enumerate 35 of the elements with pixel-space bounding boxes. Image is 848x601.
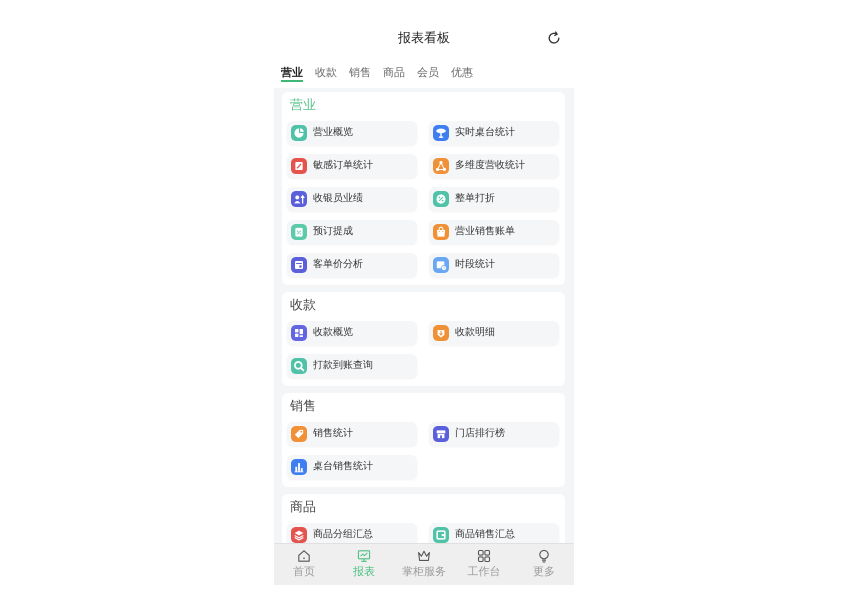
section-title: 商品	[290, 498, 317, 516]
monitor-chart-icon	[357, 549, 371, 563]
report-tile[interactable]: 桌台销售统计	[287, 455, 417, 479]
report-tile[interactable]: 整单打折	[429, 187, 559, 211]
report-tile[interactable]: 时段统计	[429, 253, 559, 277]
crown-icon	[417, 549, 431, 563]
report-tile[interactable]: 预订提成	[287, 220, 417, 244]
report-tile[interactable]: 营业概览	[287, 121, 417, 145]
report-tile[interactable]: 门店排行榜	[429, 422, 559, 446]
report-tile[interactable]: 收银员业绩	[287, 187, 417, 211]
report-tile[interactable]: 收款明细	[429, 321, 559, 345]
category-tab[interactable]: 会员	[417, 67, 439, 82]
report-tile[interactable]: 营业销售账单	[429, 220, 559, 244]
category-tab[interactable]: 商品	[383, 67, 405, 82]
report-tile[interactable]: 敏感订单统计	[287, 154, 417, 178]
page-title: 报表看板	[398, 29, 450, 47]
report-tile[interactable]: 收款概览	[287, 321, 417, 345]
report-tile[interactable]: 商品销售汇总	[429, 523, 559, 543]
report-tile[interactable]: 销售统计	[287, 422, 417, 446]
section-title: 营业	[290, 96, 317, 114]
section-title: 销售	[290, 397, 317, 415]
apps-grid-icon	[477, 549, 491, 563]
bulb-icon	[537, 549, 551, 563]
report-tile[interactable]: 实时桌台统计	[429, 121, 559, 145]
category-tab[interactable]: 优惠	[451, 67, 473, 82]
report-tile[interactable]: 多维度营收统计	[429, 154, 559, 178]
category-tab[interactable]: 销售	[349, 67, 371, 82]
category-tab[interactable]: 收款	[315, 67, 337, 82]
category-tab[interactable]: 营业	[281, 67, 303, 82]
section-title: 收款	[290, 296, 317, 314]
report-tile[interactable]: 商品分组汇总	[287, 523, 417, 543]
report-tile[interactable]: 打款到账查询	[287, 354, 417, 378]
report-tile[interactable]: 客单价分析	[287, 253, 417, 277]
refresh-icon[interactable]	[547, 31, 561, 45]
home-icon	[297, 549, 311, 563]
